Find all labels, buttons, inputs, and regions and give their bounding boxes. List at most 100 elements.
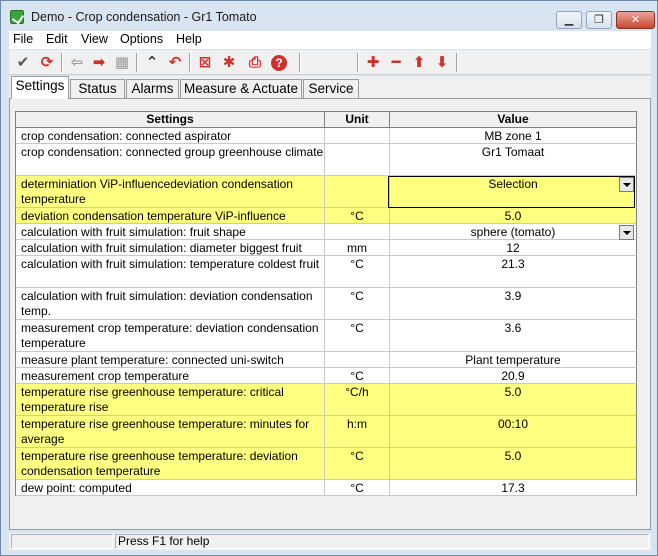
menu-view[interactable]: View	[81, 32, 108, 46]
refresh-icon: ⟳	[40, 54, 54, 71]
table-row[interactable]: temperature rise greenhouse temperature:…	[15, 416, 637, 448]
value-text: 17.3	[501, 481, 525, 495]
header-value[interactable]: Value	[390, 112, 636, 127]
table-row[interactable]: crop condensation: connected group green…	[15, 144, 637, 176]
tab-measure-actuate[interactable]: Measure & Actuate	[180, 79, 302, 98]
menu-edit[interactable]: Edit	[46, 32, 68, 46]
table-row[interactable]: measurement crop temperature: deviation …	[15, 320, 637, 352]
unit-cell	[325, 352, 390, 367]
unit-cell: °C/h	[325, 384, 390, 415]
help-button[interactable]: ?	[269, 53, 289, 73]
unit-cell: °C	[325, 480, 390, 495]
move-up-button[interactable]: ⬆	[409, 53, 429, 73]
value-cell[interactable]: 00:10	[390, 416, 636, 447]
table-row[interactable]: temperature rise greenhouse temperature:…	[15, 448, 637, 480]
toolbar: ✔ ⟳ ⇦ ➡ ▦ ⌃ ↶ ⊠ ✱ ⎙? ✚ ━ ⬆ ⬇	[9, 50, 651, 75]
table-row[interactable]: deviation condensation temperature ViP-i…	[15, 208, 637, 224]
table-row[interactable]: calculation with fruit simulation: tempe…	[15, 256, 637, 288]
value-cell[interactable]: 5.0	[390, 208, 636, 223]
value-cell[interactable]: Gr1 Tomaat	[390, 144, 636, 175]
value-text: 20.9	[501, 369, 525, 383]
value-dropdown[interactable]: sphere (tomato)	[390, 224, 636, 240]
tab-service[interactable]: Service	[303, 79, 359, 98]
delete-box-button[interactable]: ⊠	[195, 53, 215, 73]
setting-label: crop condensation: connected group green…	[16, 144, 325, 175]
header-settings[interactable]: Settings	[16, 112, 325, 127]
tab-settings[interactable]: Settings	[11, 76, 69, 99]
setting-label: calculation with fruit simulation: devia…	[16, 288, 325, 319]
unit-cell: °C	[325, 208, 390, 223]
setting-label: temperature rise greenhouse temperature:…	[16, 384, 325, 415]
toolbar-separator	[456, 53, 458, 72]
value-text: 3.9	[504, 289, 522, 303]
header-unit[interactable]: Unit	[325, 112, 390, 127]
unit-cell: °C	[325, 368, 390, 383]
title-bar[interactable]: Demo - Crop condensation - Gr1 Tomato ▁ …	[1, 1, 657, 31]
close-button[interactable]: ✕	[616, 11, 655, 29]
menu-help[interactable]: Help	[176, 32, 202, 46]
value-cell[interactable]: Plant temperature	[390, 352, 636, 367]
minimize-button[interactable]: ▁	[556, 11, 582, 29]
tab-status[interactable]: Status	[70, 79, 125, 98]
table-row[interactable]: calculation with fruit simulation: fruit…	[15, 224, 637, 240]
unit-cell: °C	[325, 256, 390, 287]
value-cell[interactable]: 5.0	[390, 384, 636, 415]
move-down-icon: ⬇	[435, 54, 449, 71]
unit-cell	[325, 128, 390, 143]
tab-alarms[interactable]: Alarms	[126, 79, 179, 98]
value-cell[interactable]: 12	[390, 240, 636, 255]
value-text: 5.0	[504, 385, 522, 399]
collapse-button[interactable]: ⌃	[142, 53, 162, 73]
value-text: 12	[506, 241, 520, 255]
value-text: 5.0	[504, 209, 522, 223]
value-text: Plant temperature	[465, 353, 561, 367]
status-pane-empty	[11, 534, 113, 549]
arrow-right-button[interactable]: ➡	[89, 53, 109, 73]
value-cell[interactable]: 5.0	[390, 448, 636, 479]
check-button[interactable]: ✔	[13, 53, 33, 73]
selected-cell-outline	[388, 176, 635, 208]
setting-label: deviation condensation temperature ViP-i…	[16, 208, 325, 223]
table-row[interactable]: dew point: computed °C 17.3	[15, 480, 637, 496]
value-cell[interactable]: 21.3	[390, 256, 636, 287]
setting-label: measurement crop temperature	[16, 368, 325, 383]
value-cell[interactable]: 20.9	[390, 368, 636, 383]
setting-label: measure plant temperature: connected uni…	[16, 352, 325, 367]
arrow-left-button[interactable]: ⇦	[67, 53, 87, 73]
refresh-button[interactable]: ⟳	[37, 53, 57, 73]
maximize-button[interactable]: ❐	[586, 11, 612, 29]
remove-icon: ━	[391, 54, 401, 71]
table-row[interactable]: calculation with fruit simulation: diame…	[15, 240, 637, 256]
arrow-left-icon: ⇦	[70, 54, 84, 71]
unit-cell: °C	[325, 448, 390, 479]
table-row[interactable]: temperature rise greenhouse temperature:…	[15, 384, 637, 416]
unit-cell: °C	[325, 320, 390, 351]
menu-file[interactable]: File	[13, 32, 33, 46]
grid-button[interactable]: ▦	[112, 53, 132, 73]
value-cell[interactable]: 3.9	[390, 288, 636, 319]
table-row[interactable]: measurement crop temperature °C 20.9	[15, 368, 637, 384]
toolbar-separator	[61, 53, 63, 72]
table-row[interactable]: calculation with fruit simulation: devia…	[15, 288, 637, 320]
value-cell[interactable]: 17.3	[390, 480, 636, 495]
asterisk-button[interactable]: ✱	[219, 53, 239, 73]
print-button[interactable]: ⎙	[245, 53, 265, 73]
table-row[interactable]: measure plant temperature: connected uni…	[15, 352, 637, 368]
dropdown-arrow-icon[interactable]	[619, 225, 634, 240]
value-cell[interactable]: 3.6	[390, 320, 636, 351]
check-icon: ✔	[16, 54, 30, 71]
undo-button[interactable]: ↶	[165, 53, 185, 73]
add-button[interactable]: ✚	[363, 53, 383, 73]
unit-cell: mm	[325, 240, 390, 255]
setting-label: calculation with fruit simulation: fruit…	[16, 224, 325, 239]
status-help-text: Press F1 for help	[115, 534, 649, 549]
undo-icon: ↶	[168, 54, 182, 71]
move-down-button[interactable]: ⬇	[432, 53, 452, 73]
table-header: Settings Unit Value	[15, 111, 637, 128]
remove-button[interactable]: ━	[386, 53, 406, 73]
menu-options[interactable]: Options	[120, 32, 163, 46]
value-cell[interactable]: MB zone 1	[390, 128, 636, 143]
add-icon: ✚	[366, 54, 380, 71]
arrow-right-icon: ➡	[92, 54, 106, 71]
table-row[interactable]: crop condensation: connected aspirator MB…	[15, 128, 637, 144]
